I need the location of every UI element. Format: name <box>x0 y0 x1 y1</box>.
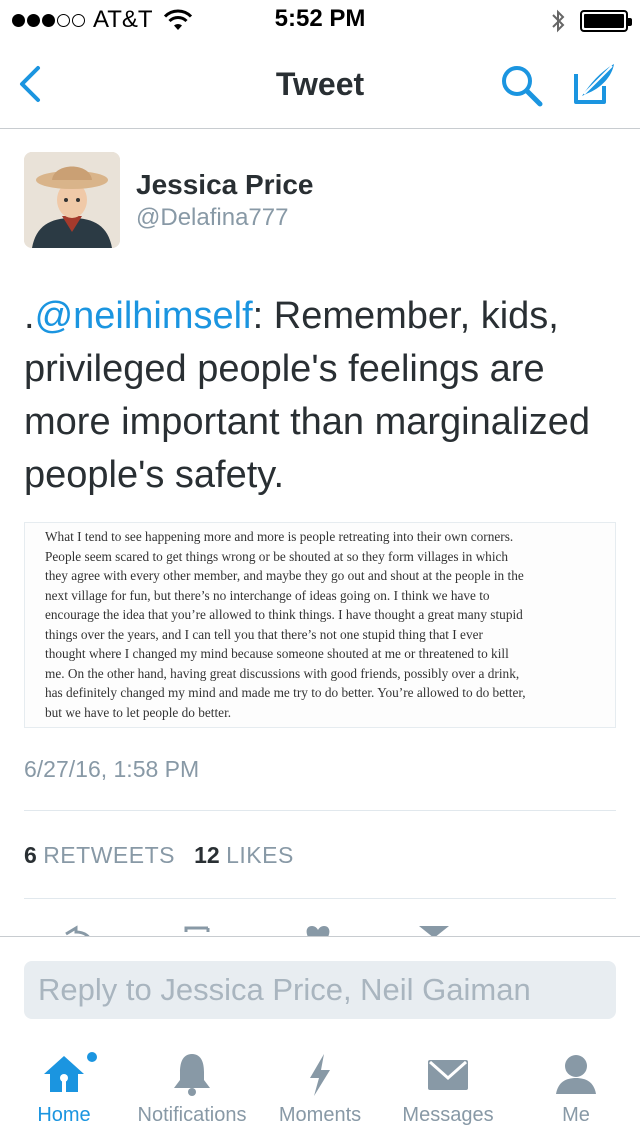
likes-count: 12 <box>194 842 220 868</box>
page-title: Tweet <box>275 66 365 102</box>
tab-label: Moments <box>278 1104 362 1126</box>
tweet-media-image[interactable]: What I tend to see happening more and mo… <box>24 522 616 728</box>
divider <box>24 898 616 899</box>
tab-me[interactable]: Me <box>512 1036 640 1136</box>
heart-icon[interactable] <box>300 922 336 936</box>
likes-label: LIKES <box>226 842 294 868</box>
battery-icon <box>580 10 632 32</box>
tab-label: Messages <box>402 1104 494 1126</box>
tab-bar: Home Notifications Moments Messages Me <box>0 1036 640 1136</box>
home-icon <box>44 1056 84 1092</box>
mention-link[interactable]: @neilhimself <box>35 295 253 337</box>
person-icon <box>556 1055 596 1094</box>
notification-dot <box>87 1052 97 1062</box>
status-bar: AT&T 5:52 PM <box>0 0 640 40</box>
tweet-text: .@neilhimself: Remember, kids, privilege… <box>24 290 616 502</box>
tab-label: Notifications <box>137 1104 247 1126</box>
compose-icon[interactable] <box>572 60 618 106</box>
author-handle[interactable]: @Delafina777 <box>136 204 288 232</box>
retweets-label: RETWEETS <box>43 842 175 868</box>
author-name[interactable]: Jessica Price <box>136 169 314 201</box>
tab-messages[interactable]: Messages <box>384 1036 512 1136</box>
message-icon[interactable] <box>416 922 452 936</box>
tab-home[interactable]: Home <box>0 1036 128 1136</box>
avatar[interactable] <box>24 152 120 248</box>
lightning-icon <box>310 1054 330 1096</box>
reply-composer <box>0 936 640 1036</box>
divider <box>24 810 616 811</box>
navigation-bar: Tweet <box>0 40 640 129</box>
reply-icon[interactable] <box>60 922 96 936</box>
tab-label: Home <box>37 1104 91 1126</box>
bluetooth-icon <box>552 9 565 33</box>
retweet-icon[interactable] <box>180 922 216 936</box>
retweets-stat[interactable]: 6 RETWEETS <box>24 842 175 868</box>
envelope-icon <box>428 1060 468 1090</box>
tweet-timestamp: 6/27/16, 1:58 PM <box>24 756 200 782</box>
retweets-count: 6 <box>24 842 37 868</box>
search-icon[interactable] <box>498 62 544 108</box>
status-time: 5:52 PM <box>274 5 366 32</box>
tab-moments[interactable]: Moments <box>256 1036 384 1136</box>
avatar-image <box>24 152 120 248</box>
bell-icon <box>174 1054 210 1096</box>
battery-fill <box>584 14 624 28</box>
tweet-actions <box>24 922 616 936</box>
tab-notifications[interactable]: Notifications <box>128 1036 256 1136</box>
tab-label: Me <box>562 1104 590 1126</box>
likes-stat[interactable]: 12 LIKES <box>194 842 294 868</box>
media-quote-text: What I tend to see happening more and mo… <box>45 529 526 720</box>
tweet-text-prefix: . <box>24 295 35 337</box>
reply-input[interactable] <box>24 961 616 1019</box>
engagement-stats: 6 RETWEETS 12 LIKES <box>24 842 294 869</box>
battery-tip <box>628 18 632 26</box>
status-right <box>550 8 632 34</box>
